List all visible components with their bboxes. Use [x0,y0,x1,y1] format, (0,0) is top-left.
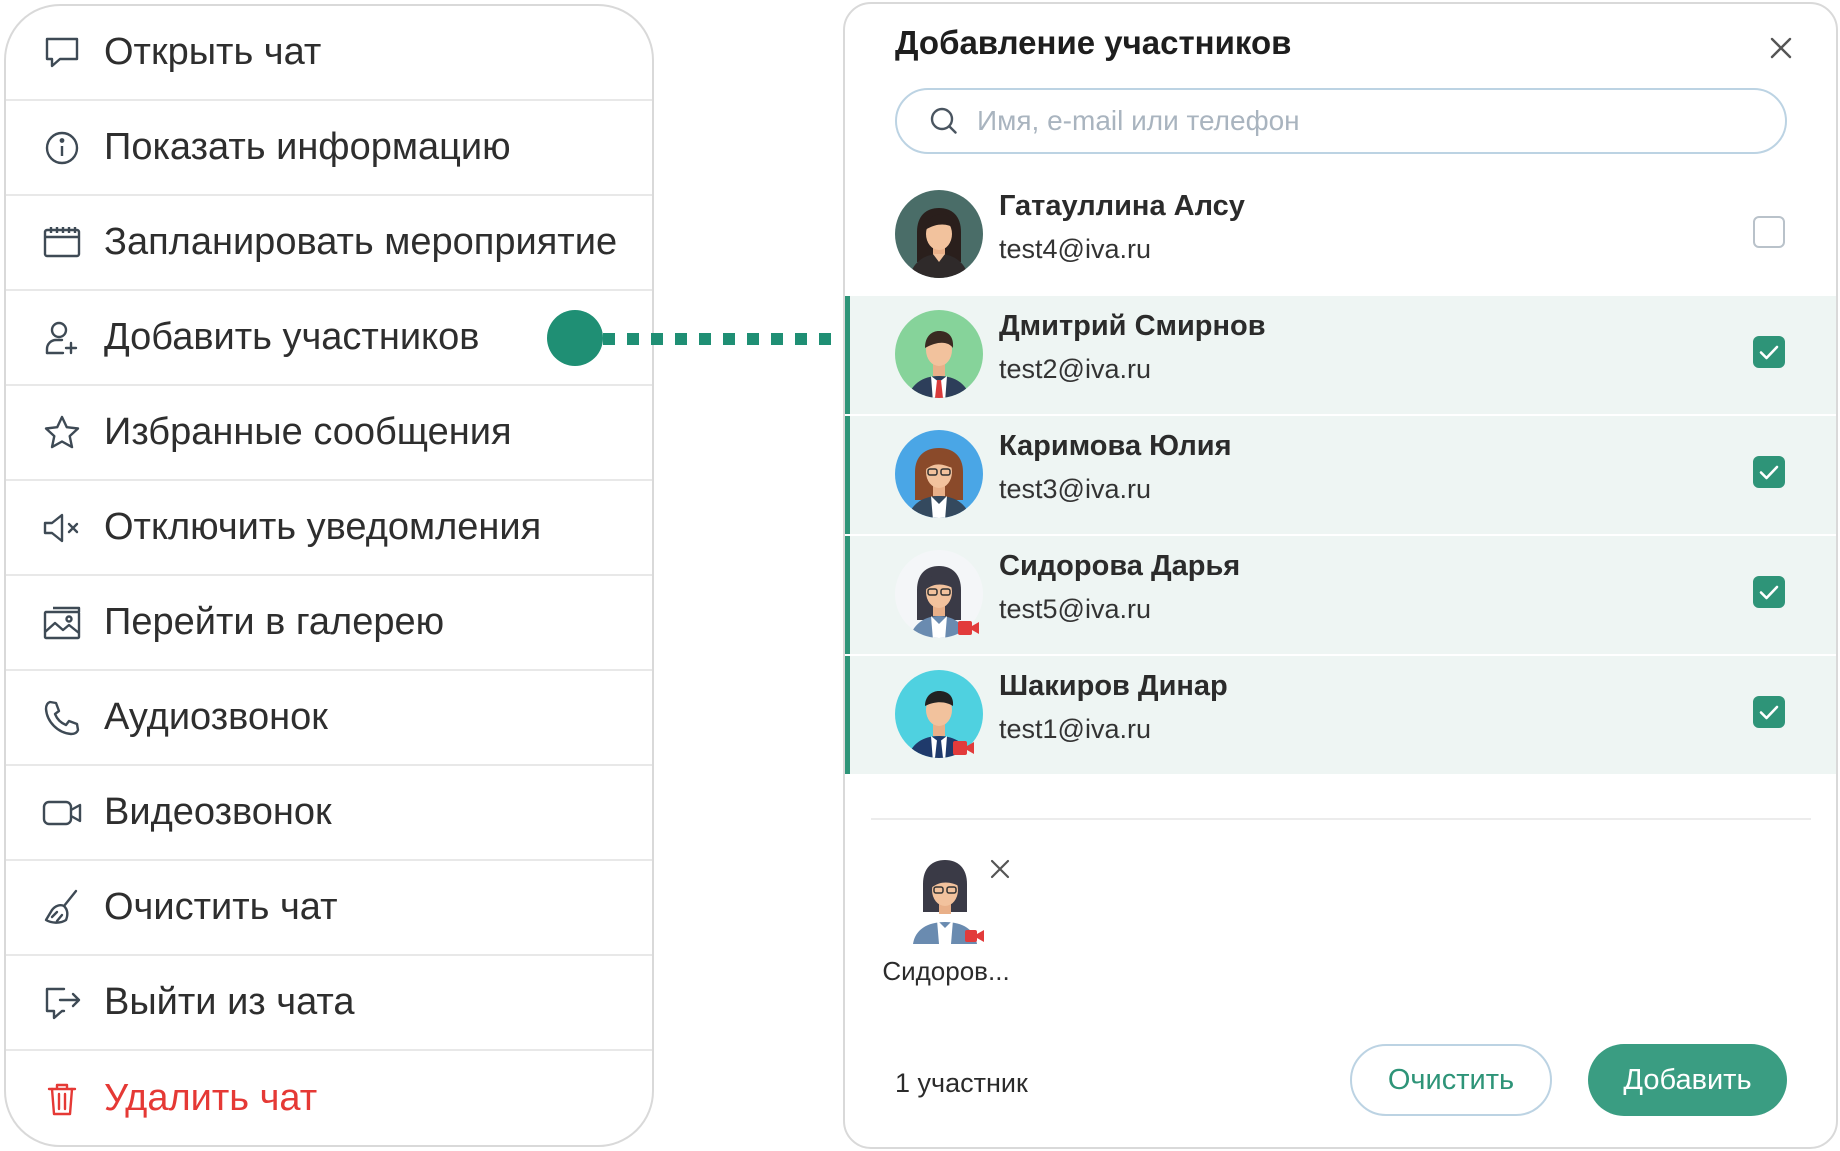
avatar [913,860,984,944]
contact-checkbox[interactable] [1753,336,1785,368]
menu-item-label: Выйти из чата [104,981,355,1023]
checkmark-icon [1759,705,1779,720]
contact-checkbox[interactable] [1753,456,1785,488]
divider [871,818,1811,820]
gallery-icon [40,601,84,645]
menu-item-schedule-event[interactable]: Запланировать мероприятие [6,196,652,291]
contact-name: Сидорова Дарья [999,550,1241,582]
contact-email: test1@iva.ru [999,714,1151,744]
contact-name: Каримова Юлия [999,430,1232,462]
add-button[interactable]: Добавить [1588,1044,1787,1116]
menu-item-label: Отключить уведомления [104,506,542,548]
mute-icon [40,506,84,550]
menu-item-label: Показать информацию [104,126,511,168]
contact-email: test3@iva.ru [999,474,1151,504]
calendar-icon [40,221,84,265]
menu-item-label: Удалить чат [104,1077,318,1119]
menu-item-mute-notifications[interactable]: Отключить уведомления [6,481,652,576]
menu-item-label: Открыть чат [104,31,322,73]
callout-dotted-line [603,333,843,345]
search-input[interactable] [975,104,1759,138]
add-user-icon [40,316,84,360]
dialog-title: Добавление участников [895,24,1292,61]
info-icon [40,126,84,170]
chip-name: Сидоров... [882,956,1010,986]
menu-item-clear-chat[interactable]: Очистить чат [6,861,652,956]
contact-row[interactable]: Шакиров Динар test1@iva.ru [845,656,1836,774]
clear-button[interactable]: Очистить [1350,1044,1552,1116]
contact-row[interactable]: Дмитрий Смирнов test2@iva.ru [845,296,1836,414]
contact-checkbox[interactable] [1753,216,1785,248]
contact-email: test5@iva.ru [999,594,1151,624]
menu-item-open-chat[interactable]: Открыть чат [6,6,652,101]
contact-name: Гатауллина Алсу [999,190,1245,222]
checkmark-icon [1759,345,1779,360]
add-participants-dialog: Добавление участников Имя, e-mail или те… [843,2,1838,1149]
menu-item-label: Перейти в галерею [104,601,445,643]
participant-count: 1 участник [895,1068,1028,1098]
trash-icon [40,1077,84,1121]
avatar [895,310,983,398]
menu-item-audio-call[interactable]: Аудиозвонок [6,671,652,766]
selected-participant-chip: Сидоров... [871,852,1021,992]
contact-name: Дмитрий Смирнов [999,310,1266,342]
menu-item-label: Добавить участников [104,316,480,358]
phone-icon [40,696,84,740]
menu-item-show-info[interactable]: Показать информацию [6,101,652,196]
contact-row[interactable]: Гатауллина Алсу test4@iva.ru [845,176,1836,294]
video-badge-icon [953,741,974,755]
menu-item-label: Запланировать мероприятие [104,221,618,263]
menu-item-label: Избранные сообщения [104,411,512,453]
search-field[interactable] [895,88,1787,154]
contact-name: Шакиров Динар [999,670,1228,702]
menu-item-video-call[interactable]: Видеозвонок [6,766,652,861]
menu-item-leave-chat[interactable]: Выйти из чата [6,956,652,1051]
menu-item-label: Очистить чат [104,886,338,928]
menu-item-label: Видеозвонок [104,791,332,833]
video-icon [40,791,84,835]
callout-dot [547,310,603,366]
chat-context-menu: Открыть чат Показать информацию Запланир… [4,4,654,1147]
contact-checkbox[interactable] [1753,696,1785,728]
video-badge-icon [958,621,979,635]
close-icon[interactable] [1763,30,1799,66]
menu-item-go-to-gallery[interactable]: Перейти в галерею [6,576,652,671]
contact-row[interactable]: Каримова Юлия test3@iva.ru [845,416,1836,534]
chat-bubble-icon [40,31,84,75]
contact-list: Гатауллина Алсу test4@iva.ru Дмитрий Сми… [845,176,1836,776]
avatar [895,430,983,518]
star-icon [40,411,84,455]
broom-icon [40,886,84,930]
search-icon [930,107,957,134]
checkmark-icon [1759,585,1779,600]
contact-email: test4@iva.ru [999,234,1151,264]
menu-item-favorite-messages[interactable]: Избранные сообщения [6,386,652,481]
menu-item-delete-chat[interactable]: Удалить чат [6,1051,652,1145]
menu-item-label: Аудиозвонок [104,696,328,738]
contact-row[interactable]: Сидорова Дарья test5@iva.ru [845,536,1836,654]
exit-icon [40,981,84,1025]
checkmark-icon [1759,465,1779,480]
contact-email: test2@iva.ru [999,354,1151,384]
contact-checkbox[interactable] [1753,576,1785,608]
remove-chip-icon[interactable] [987,856,1013,882]
avatar [895,190,983,278]
